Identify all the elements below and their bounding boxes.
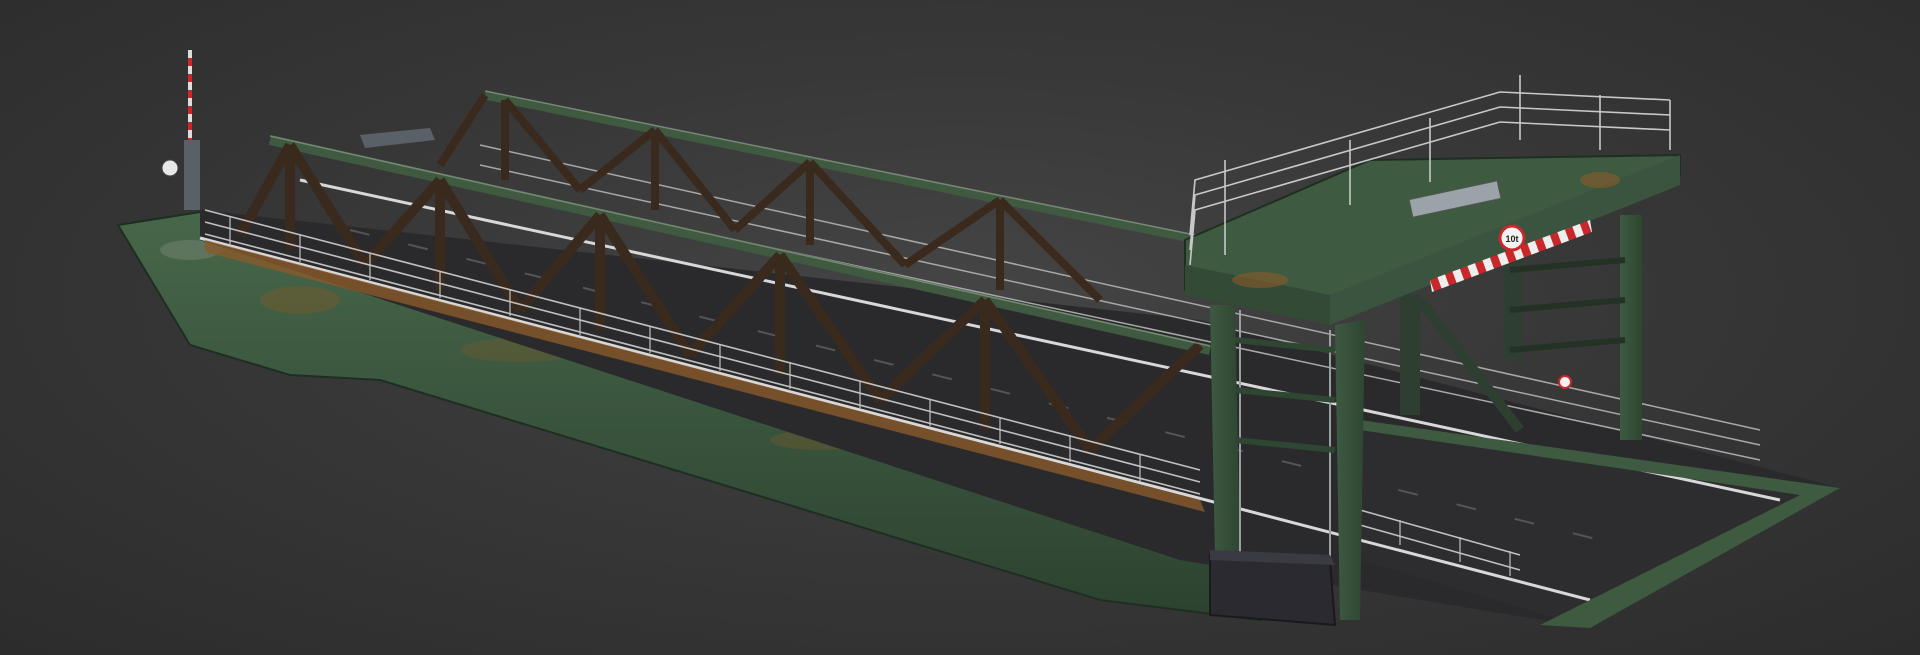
weight-limit-sign: 10t — [1498, 224, 1526, 252]
svg-text:10t: 10t — [1505, 234, 1518, 244]
bridge-scene: 10t — [116, 50, 1840, 628]
signal-mast — [161, 50, 435, 210]
small-sign — [1558, 375, 1572, 389]
render-viewport: 10t — [0, 0, 1920, 655]
